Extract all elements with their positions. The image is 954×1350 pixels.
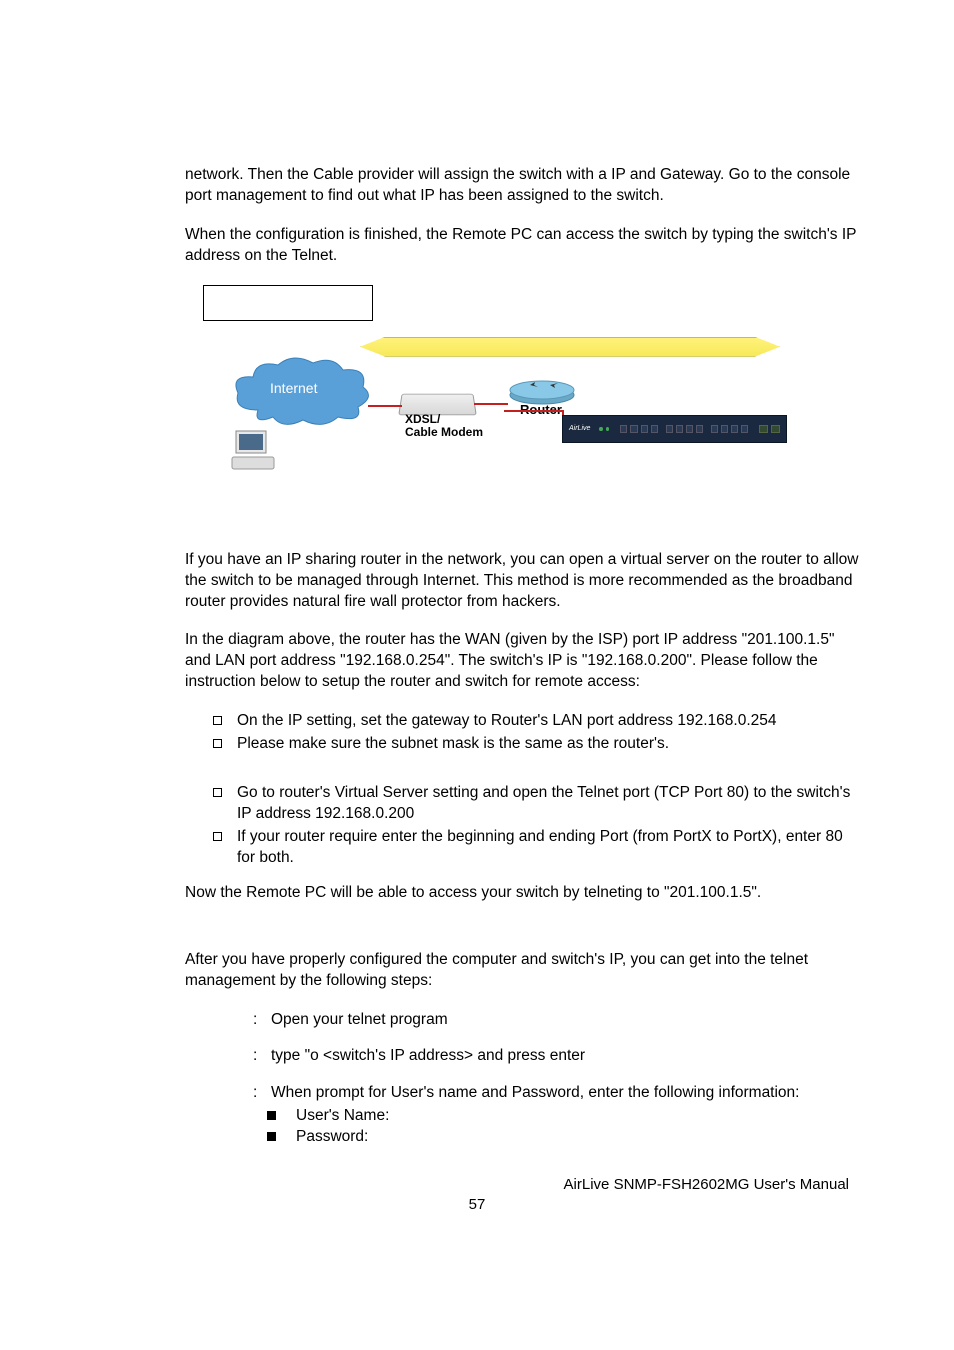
square-bullet-icon xyxy=(213,832,222,841)
list-item: On the IP setting, set the gateway to Ro… xyxy=(213,711,859,732)
switch-icon: AirLive xyxy=(562,415,787,443)
list-item: Go to router's Virtual Server setting an… xyxy=(213,783,859,825)
square-bullet-icon xyxy=(213,788,222,797)
list-item: Password: xyxy=(267,1127,859,1148)
paragraph: In the diagram above, the router has the… xyxy=(185,630,859,693)
square-bullet-icon xyxy=(213,716,222,725)
diagram-wire xyxy=(368,405,402,407)
filled-square-bullet-icon xyxy=(267,1132,276,1141)
step-item: :Open your telnet program xyxy=(253,1010,859,1031)
diagram-arrow xyxy=(360,337,780,357)
router-list: Go to router's Virtual Server setting an… xyxy=(185,783,859,869)
paragraph: After you have properly configured the c… xyxy=(185,950,859,992)
page-number: 57 xyxy=(0,1195,954,1215)
credentials-list: User's Name: Password: xyxy=(267,1106,859,1148)
paragraph: When the configuration is finished, the … xyxy=(185,225,859,267)
paragraph: Now the Remote PC will be able to access… xyxy=(185,883,859,904)
network-diagram: Internet XDSL/ Cable Modem Router AirLiv… xyxy=(200,285,790,495)
modem-label: XDSL/ Cable Modem xyxy=(405,413,483,439)
list-item: If your router require enter the beginni… xyxy=(213,827,859,869)
diagram-wire xyxy=(504,410,564,412)
diagram-wire xyxy=(474,403,508,405)
step-item: :type "o <switch's IP address> and press… xyxy=(253,1046,859,1067)
list-item: Please make sure the subnet mask is the … xyxy=(213,734,859,755)
diagram-textbox xyxy=(203,285,373,321)
switch-list: On the IP setting, set the gateway to Ro… xyxy=(185,711,859,755)
paragraph: network. Then the Cable provider will as… xyxy=(185,165,859,207)
cloud-label: Internet xyxy=(270,379,317,398)
step-item: :When prompt for User's name and Passwor… xyxy=(253,1083,859,1104)
list-item: User's Name: xyxy=(267,1106,859,1127)
filled-square-bullet-icon xyxy=(267,1111,276,1120)
footer-manual-title: AirLive SNMP-FSH2602MG User's Manual xyxy=(564,1175,849,1195)
square-bullet-icon xyxy=(213,739,222,748)
paragraph: If you have an IP sharing router in the … xyxy=(185,550,859,613)
computer-icon xyxy=(230,425,280,475)
